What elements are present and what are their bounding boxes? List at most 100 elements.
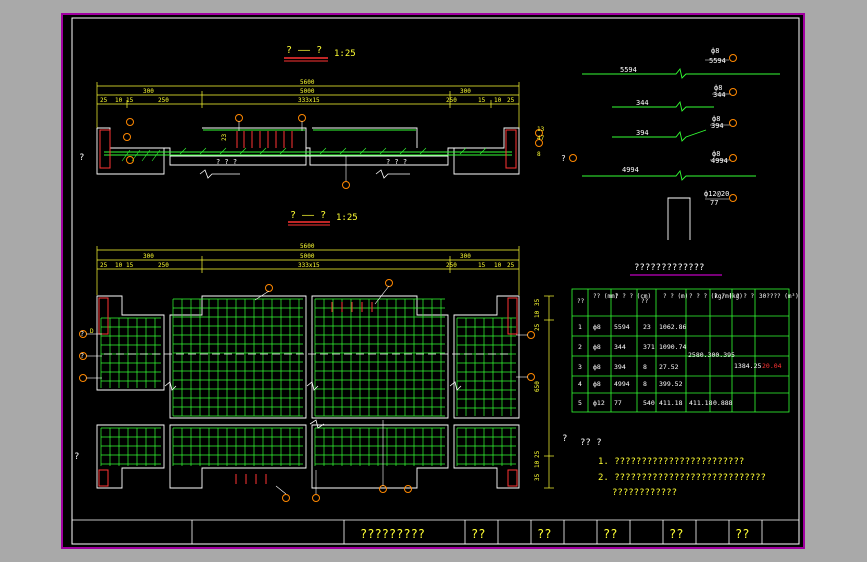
title-block-cell-2: ?? [537, 527, 551, 541]
table-cell: ф8 [593, 323, 601, 331]
plan-dim-left: 300 [143, 88, 154, 95]
plan-left-mark: ? [79, 153, 84, 163]
section-dim-spacing: 333x15 [298, 262, 320, 269]
table-head-7: ? ? ? [736, 293, 754, 300]
table-cell: 8 [643, 363, 647, 371]
table-head-3: ?? [641, 298, 649, 305]
bar-4-len: 4994 [622, 166, 639, 174]
plan-bottom-label: ? ? ? [216, 158, 237, 166]
table-cell: 394 [614, 363, 626, 371]
section-vdim-1: 35 [534, 298, 541, 306]
bar-1-spec: ф8 [711, 47, 719, 55]
section-dim-total: 5600 [300, 243, 315, 250]
table-cell: 5594 [614, 323, 630, 331]
table-cell: 4 [578, 380, 582, 388]
section-left-mark: ? [74, 452, 79, 462]
table-cell: 371 [643, 343, 655, 351]
notes-item-3: ???????????? [612, 488, 677, 498]
bar-2-id: 344 [713, 91, 726, 99]
table-title: ????????????? [634, 263, 704, 273]
table-cell: 3 [578, 363, 582, 371]
table-cell: ф8 [593, 363, 601, 371]
section-vdim-5: 25 [534, 450, 541, 458]
bar-2-len: 344 [636, 99, 649, 107]
stirrup-len: 77 [710, 199, 718, 207]
section-dim-right: 300 [460, 253, 471, 260]
plan-bottom-label-2: ? ? ? [386, 158, 407, 166]
section-dim-seg-r: 250 [446, 262, 457, 269]
table-cell: 2 [578, 343, 582, 351]
cad-viewport: ? —— ? 1:25 5600 5000 300 300 25 10 15 2… [0, 0, 867, 562]
table-cell: 344 [614, 343, 626, 351]
plan-dim-sub-r1: 15 [478, 97, 486, 104]
table-cell: 4994 [614, 380, 630, 388]
plan-dim-height-c: 8 [537, 151, 541, 158]
table-head-0: ?? [577, 298, 585, 305]
title-block-cell-5: ?? [735, 527, 749, 541]
plan-rebar-height: 23 [221, 133, 228, 141]
bar-3-len: 394 [636, 129, 649, 137]
notes-item-1: 1. ???????????????????????? [598, 457, 744, 467]
table-merged-b: 1384.25 [734, 362, 761, 370]
table-cell: ф12 [593, 399, 605, 407]
bar-1-id: 5594 [709, 57, 726, 65]
table-merged-a: 2580.300.395 [688, 351, 735, 359]
section-dim-sub-l1: 25 [100, 262, 108, 269]
table-cell: 399.52 [659, 380, 683, 388]
table-head-4: ? ? (m) [663, 293, 688, 300]
title-block-cell-4: ?? [669, 527, 683, 541]
table-head-8: 30???? (m³) [759, 293, 799, 300]
plan-dim-spacing: 333x15 [298, 97, 320, 104]
section-dim-inner: 5000 [300, 253, 315, 260]
plan-dim-seg-r: 250 [446, 97, 457, 104]
plan-dim-height-b: 47 [537, 135, 545, 142]
section-dim-sub-r1: 15 [478, 262, 486, 269]
table-cell: 411.18 [659, 399, 683, 407]
table-cell: 27.52 [659, 363, 679, 371]
table-cell: 1 [578, 323, 582, 331]
table-cell: ф8 [593, 343, 601, 351]
table-cell: 411.18 [689, 399, 713, 407]
stirrup-spec: ф12@20 [704, 190, 729, 198]
plan-dim-total: 5600 [300, 79, 315, 86]
section-dim-sub-l3: 15 [126, 262, 134, 269]
section-scale: 1:25 [336, 213, 358, 223]
section-dim-left: 300 [143, 253, 154, 260]
plan-dim-sub-l3: 15 [126, 97, 134, 104]
section-vdim-3: 25 [534, 323, 541, 331]
section-vdim-6: 10 [534, 460, 541, 468]
plan-dim-sub-l2: 10 [115, 97, 123, 104]
section-dim-sub-l2: 10 [115, 262, 123, 269]
section-title: ? —— ? [290, 210, 326, 221]
table-cell: 1062.86 [659, 323, 686, 331]
table-cell: ф8 [593, 380, 601, 388]
section-label-d: D [90, 328, 94, 335]
title-block-name: ????????? [360, 527, 425, 541]
plan-scale: 1:25 [334, 49, 356, 59]
section-dim-sub-r2: 10 [494, 262, 502, 269]
section-dim-seg-l: 250 [158, 262, 169, 269]
section-vdim-4: 650 [534, 381, 541, 392]
table-cell: 540 [643, 399, 655, 407]
plan-dim-sub-l1: 25 [100, 97, 108, 104]
bar-3-id: 394 [711, 122, 724, 130]
title-block-cell-3: ?? [603, 527, 617, 541]
title-block-cell-1: ?? [471, 527, 485, 541]
table-cell: 23 [643, 323, 651, 331]
section-vdim-2: 10 [534, 310, 541, 318]
plan-dim-seg-l: 250 [158, 97, 169, 104]
notes-item-2: 2. ???????????????????????????? [598, 473, 766, 483]
plan-dim-height-a: 13 [537, 126, 545, 133]
table-cell: 0.888 [713, 399, 733, 407]
table-cell: 1090.74 [659, 343, 686, 351]
drawing-sheet: ? —— ? 1:25 5600 5000 300 300 25 10 15 2… [61, 13, 805, 549]
table-cell: 77 [614, 399, 622, 407]
plan-right-mark: ? [561, 154, 566, 163]
plan-title: ? —— ? [286, 45, 322, 56]
table-cell: 5 [578, 399, 582, 407]
plan-dim-sub-r2: 10 [494, 97, 502, 104]
table-cell: 8 [643, 380, 647, 388]
section-vdim-7: 35 [534, 473, 541, 481]
table-merged-c: 20.04 [762, 362, 782, 370]
plan-dim-sub-r3: 25 [507, 97, 515, 104]
